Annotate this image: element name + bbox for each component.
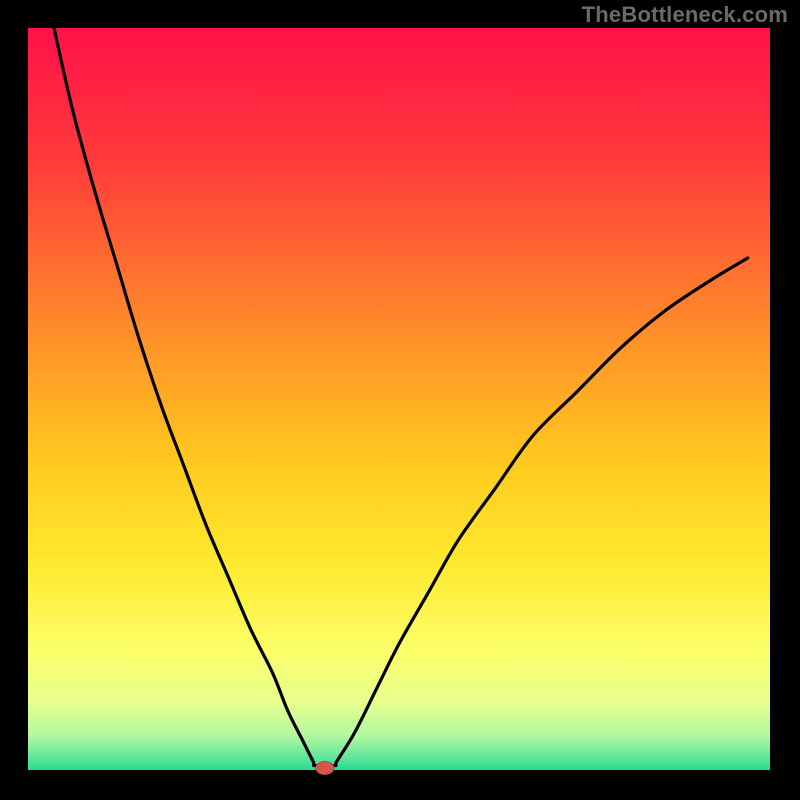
chart-frame: TheBottleneck.com <box>0 0 800 800</box>
bottleneck-curve-plot <box>0 0 800 800</box>
optimal-point-marker <box>316 762 334 775</box>
gradient-background <box>28 28 770 770</box>
watermark-text: TheBottleneck.com <box>582 2 788 28</box>
